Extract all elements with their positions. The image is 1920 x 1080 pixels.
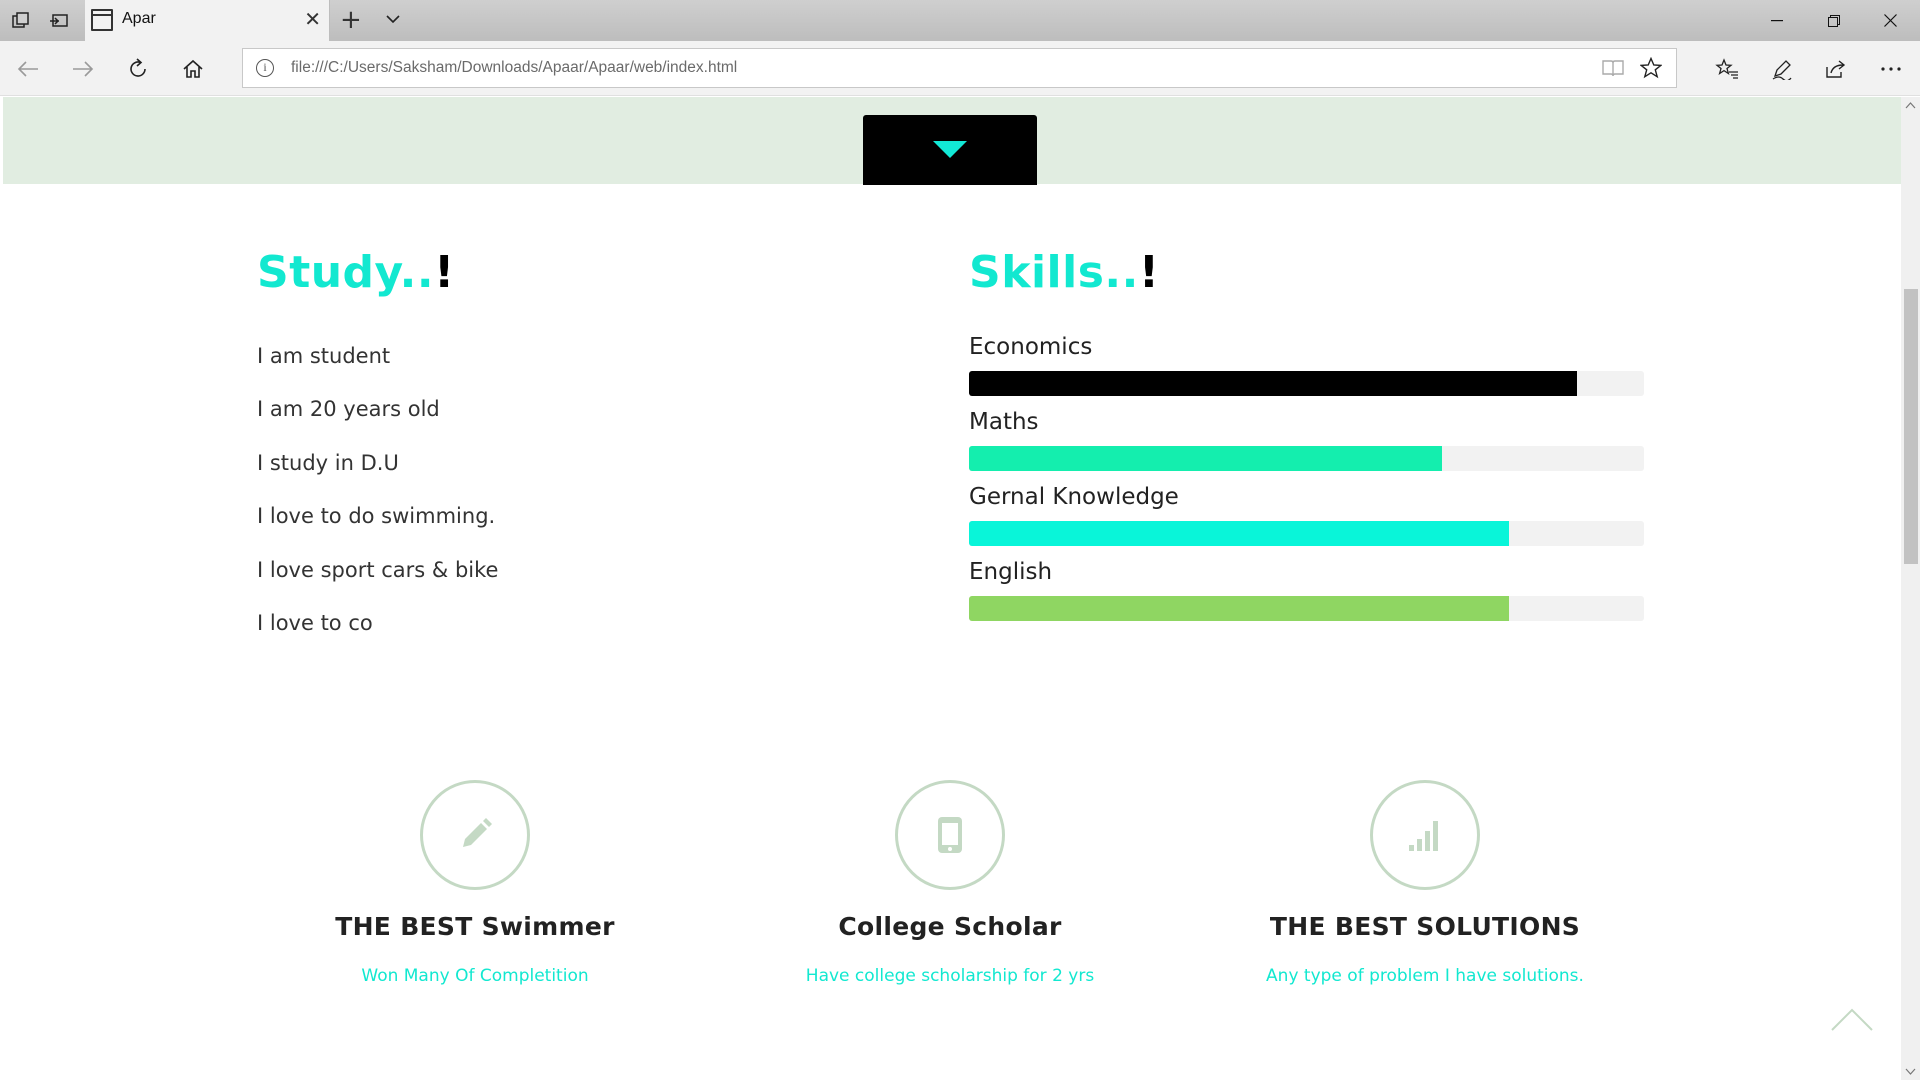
web-page: Study..! I am student I am 20 years old …: [3, 97, 1901, 1080]
more-options-icon[interactable]: [1877, 55, 1905, 83]
back-icon[interactable]: [14, 55, 42, 83]
skill-progress-fill: [969, 371, 1577, 396]
pencil-icon: [463, 818, 492, 847]
reading-view-icon[interactable]: [1602, 58, 1624, 82]
skill-progress-track: [969, 521, 1644, 546]
chevron-up-icon: [1831, 1008, 1873, 1031]
close-window-icon[interactable]: [1862, 0, 1918, 41]
skill-label: Maths: [969, 409, 1039, 435]
caret-down-icon: [933, 141, 967, 158]
phone-icon: [938, 817, 962, 853]
scroll-down-button[interactable]: [863, 115, 1037, 185]
tab-preview-chevron-icon[interactable]: [384, 10, 402, 32]
feature-title: THE BEST SOLUTIONS: [1269, 912, 1581, 941]
skill-progress-track: [969, 446, 1644, 471]
list-item: I study in D.U: [257, 450, 399, 475]
list-item: I am student: [257, 344, 391, 368]
signal-icon: [1409, 821, 1438, 851]
skill-label: English: [969, 559, 1053, 585]
skill-progress-track: [969, 371, 1644, 396]
feature-description: Any type of problem I have solutions.: [1266, 966, 1584, 986]
tab-actions-icon[interactable]: [8, 8, 34, 34]
skills-list: Economics Maths Gernal Knowledge English: [969, 333, 1644, 633]
study-list: I am student I am 20 years old I study i…: [257, 342, 498, 662]
scrollbar-thumb[interactable]: [1904, 289, 1918, 564]
favorites-hub-icon[interactable]: [1713, 55, 1741, 83]
set-aside-tabs-icon[interactable]: [46, 8, 72, 34]
feature-title: College Scholar: [838, 912, 1062, 941]
feature-icon-circle: [895, 780, 1005, 890]
tab-bar: Apar ✕ +: [0, 0, 1920, 41]
feature-card: THE BEST SOLUTIONS Any type of problem I…: [1215, 780, 1635, 986]
list-item: I love to do swimming.: [257, 504, 496, 529]
skill-progress-track: [969, 596, 1644, 621]
browser-tab-active[interactable]: Apar ✕: [85, 0, 330, 41]
site-info-icon[interactable]: i: [256, 59, 274, 77]
vertical-scrollbar[interactable]: [1901, 97, 1920, 1080]
feature-title: THE BEST Swimmer: [335, 912, 615, 941]
skill-progress-fill: [969, 521, 1509, 546]
new-tab-icon[interactable]: +: [340, 5, 362, 35]
feature-card: College Scholar Have college scholarship…: [740, 780, 1160, 986]
share-icon[interactable]: [1822, 55, 1850, 83]
forward-icon[interactable]: [69, 55, 97, 83]
skills-heading: Skills..!: [969, 247, 1160, 298]
feature-description: Won Many Of Completition: [361, 966, 589, 986]
address-bar[interactable]: i file:///C:/Users/Saksham/Downloads/Apa…: [242, 48, 1677, 88]
refresh-icon[interactable]: [124, 55, 152, 83]
list-item: I love to co: [257, 610, 373, 635]
study-heading: Study..!: [257, 247, 455, 298]
skill-item: Economics: [969, 333, 1644, 408]
restore-icon[interactable]: [1806, 0, 1862, 41]
scroll-down-arrow-icon[interactable]: [1905, 1068, 1916, 1076]
page-icon: [91, 9, 113, 31]
minimize-icon[interactable]: [1749, 0, 1805, 41]
skill-item: Maths: [969, 408, 1644, 483]
navigation-bar: i file:///C:/Users/Saksham/Downloads/Apa…: [0, 41, 1920, 96]
skill-progress-fill: [969, 596, 1509, 621]
list-item: I am 20 years old: [257, 397, 440, 422]
back-to-top-button[interactable]: [1831, 1008, 1873, 1036]
skill-item: Gernal Knowledge: [969, 483, 1644, 558]
web-note-pen-icon[interactable]: [1768, 55, 1796, 83]
home-icon[interactable]: [179, 55, 207, 83]
tab-title: Apar: [122, 10, 156, 27]
address-text[interactable]: file:///C:/Users/Saksham/Downloads/Apaar…: [291, 59, 737, 77]
skill-progress-fill: [969, 446, 1442, 471]
feature-card: THE BEST Swimmer Won Many Of Completitio…: [265, 780, 685, 986]
skill-item: English: [969, 558, 1644, 633]
scroll-up-arrow-icon[interactable]: [1905, 101, 1916, 109]
favorite-star-icon[interactable]: [1639, 56, 1663, 83]
skill-label: Economics: [969, 334, 1093, 360]
feature-description: Have college scholarship for 2 yrs: [805, 966, 1095, 986]
list-item: I love sport cars & bike: [257, 557, 499, 582]
feature-icon-circle: [1370, 780, 1480, 890]
feature-icon-circle: [420, 780, 530, 890]
skill-label: Gernal Knowledge: [969, 484, 1179, 510]
close-tab-icon[interactable]: ✕: [304, 9, 321, 29]
